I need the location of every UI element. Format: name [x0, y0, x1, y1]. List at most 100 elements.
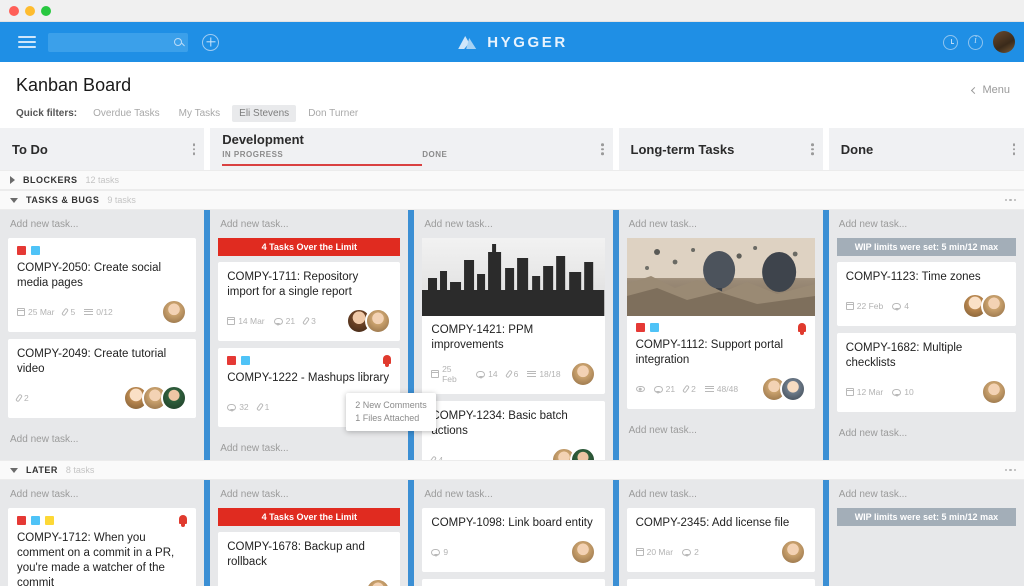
- task-card[interactable]: COMPY-1098: Link board entity 9: [422, 508, 605, 572]
- add-new-task-long-term-bottom[interactable]: Add new task...: [627, 416, 815, 444]
- user-avatar[interactable]: [993, 31, 1015, 53]
- card-attachments: 6: [504, 369, 518, 379]
- chevron-down-icon[interactable]: [10, 197, 18, 203]
- add-new-task-long-term[interactable]: Add new task...: [627, 210, 815, 238]
- add-new-task-done[interactable]: Add new task...: [837, 210, 1016, 238]
- add-new-task-dev-done[interactable]: Add new task...: [422, 210, 604, 238]
- add-new-task-to-do[interactable]: Add new task...: [8, 210, 196, 238]
- add-new-task-dev-done-later[interactable]: Add new task...: [422, 480, 604, 508]
- card-comments: 21: [273, 316, 295, 327]
- avatar[interactable]: [161, 299, 188, 325]
- task-card[interactable]: COMPY-1112: Support portal integration 2…: [626, 238, 815, 409]
- add-new-task-in-progress-later[interactable]: Add new task...: [218, 480, 400, 508]
- avatar[interactable]: [779, 539, 806, 565]
- card-assignees: [123, 385, 188, 411]
- task-card[interactable]: [422, 579, 605, 586]
- calendar-icon: [635, 548, 644, 556]
- info-circle-icon[interactable]: [968, 34, 983, 50]
- avatar[interactable]: [365, 308, 392, 334]
- column-options-icon[interactable]: [601, 143, 604, 155]
- notification-bell-icon[interactable]: [383, 355, 392, 364]
- comment-icon: [227, 403, 237, 413]
- comment-icon: [653, 385, 663, 395]
- column-development-done: Add new task... COMPY-1421: PPM improvem…: [414, 210, 613, 507]
- board-menu-button[interactable]: Menu: [971, 84, 1010, 96]
- avatar[interactable]: [161, 385, 188, 411]
- minimize-window-button[interactable]: [25, 5, 35, 16]
- task-card[interactable]: COMPY-1711: Repository import for a sing…: [218, 262, 401, 341]
- plus-circle-icon[interactable]: [202, 33, 219, 51]
- swimlane-options-icon[interactable]: [1004, 468, 1016, 472]
- add-new-task-to-do-bottom[interactable]: Add new task...: [8, 425, 196, 453]
- column-options-icon[interactable]: [811, 143, 814, 155]
- add-new-task-done-later[interactable]: Add new task...: [837, 480, 1016, 508]
- avatar[interactable]: [981, 293, 1007, 319]
- task-card[interactable]: COMPY-2392: Add support file up: [626, 579, 815, 586]
- card-meta: 22 Feb 4: [845, 293, 1007, 319]
- card-labels: [17, 246, 187, 255]
- card-attachments: 2: [682, 384, 696, 394]
- card-title: COMPY-2049: Create tutorial video: [17, 348, 167, 375]
- comment-icon: [431, 548, 441, 558]
- filter-my-tasks[interactable]: My Tasks: [172, 105, 228, 122]
- column-options-icon[interactable]: [1012, 143, 1015, 155]
- task-card[interactable]: COMPY-2049: Create tutorial video 2: [8, 339, 197, 418]
- label-blue: [649, 323, 659, 332]
- add-new-task-in-progress[interactable]: Add new task...: [218, 210, 400, 238]
- add-new-task-done-bottom[interactable]: Add new task...: [837, 419, 1016, 447]
- task-card[interactable]: COMPY-1712: When you comment on a commit…: [8, 508, 197, 586]
- task-card[interactable]: COMPY-1678: Backup and rollback: [218, 532, 401, 586]
- column-header-long-term-tasks[interactable]: Long-term Tasks: [618, 128, 823, 170]
- task-card[interactable]: COMPY-2345: Add license file 20 Mar 2: [626, 508, 815, 572]
- card-meta: 9: [431, 539, 596, 565]
- avatar[interactable]: [365, 578, 392, 586]
- column-title: To Do: [12, 141, 48, 157]
- paperclip-icon: [682, 384, 690, 394]
- swimlane-header-blockers[interactable]: BLOCKERS 12 tasks: [0, 170, 1024, 190]
- filter-eli-stevens[interactable]: Eli Stevens: [232, 105, 297, 122]
- card-due-date: 25 Feb: [431, 364, 467, 384]
- top-bar-actions: [943, 31, 1015, 53]
- notification-bell-icon[interactable]: [797, 323, 806, 332]
- column-header-to-do[interactable]: To Do: [0, 128, 205, 170]
- add-new-task-long-term-later[interactable]: Add new task...: [627, 480, 815, 508]
- search-input[interactable]: [48, 32, 188, 52]
- filter-overdue-tasks[interactable]: Overdue Tasks: [86, 105, 167, 122]
- notification-bell-icon[interactable]: [179, 515, 188, 524]
- swimlane-header-later[interactable]: LATER 8 tasks: [0, 460, 1024, 480]
- close-window-button[interactable]: [9, 5, 19, 16]
- column-header-done[interactable]: Done: [828, 128, 1024, 170]
- swimlane-options-icon[interactable]: [1004, 198, 1016, 202]
- swimlane-header-tasks-and-bugs[interactable]: TASKS & BUGS 9 tasks: [0, 190, 1024, 210]
- add-new-task-in-progress-bottom[interactable]: Add new task...: [218, 434, 400, 462]
- maximize-window-button[interactable]: [41, 5, 51, 16]
- column-header-development[interactable]: Development IN PROGRESS DONE: [210, 128, 613, 170]
- task-card[interactable]: COMPY-1222 - Mashups library 32 1 2 New …: [218, 348, 436, 431]
- column-options-icon[interactable]: [192, 143, 196, 155]
- clock-icon[interactable]: [943, 34, 958, 50]
- label-red: [227, 356, 237, 365]
- paperclip-icon: [255, 402, 264, 412]
- avatar[interactable]: [569, 539, 596, 565]
- over-limit-banner: 4 Tasks Over the Limit: [218, 508, 401, 526]
- search-icon: [174, 38, 182, 46]
- calendar-icon: [17, 308, 25, 316]
- card-assignees: [779, 539, 806, 565]
- card-title: COMPY-1682: Multiple checklists: [845, 342, 963, 369]
- quick-filters-label: Quick filters:: [16, 108, 78, 119]
- filter-don-turner[interactable]: Don Turner: [301, 105, 365, 122]
- task-card[interactable]: COMPY-1682: Multiple checklists 12 Mar 1…: [836, 333, 1016, 412]
- task-card[interactable]: COMPY-2050: Create social media pages 25…: [8, 238, 197, 332]
- avatar[interactable]: [981, 379, 1007, 405]
- chevron-down-icon[interactable]: [10, 467, 18, 473]
- hamburger-menu-icon[interactable]: [18, 33, 36, 51]
- task-card[interactable]: COMPY-1421: PPM improvements 25 Feb 14 6…: [422, 238, 605, 394]
- app-brand-name: HYGGER: [487, 33, 568, 51]
- add-new-task-to-do-later[interactable]: Add new task...: [8, 480, 196, 508]
- column-long-term-tasks-later: Add new task... COMPY-2345: Add license …: [618, 480, 823, 586]
- chevron-right-icon[interactable]: [10, 176, 15, 184]
- avatar[interactable]: [569, 361, 596, 387]
- card-meta: 12 Mar 10: [845, 379, 1007, 405]
- task-card[interactable]: COMPY-1123: Time zones 22 Feb 4: [836, 262, 1016, 326]
- avatar[interactable]: [779, 376, 806, 402]
